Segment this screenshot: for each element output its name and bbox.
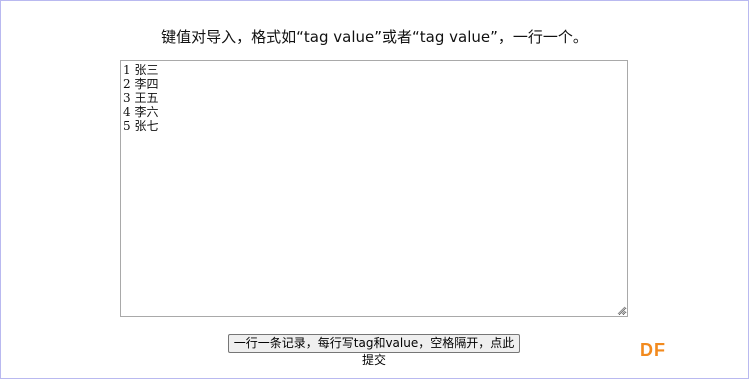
df-logo-watermark: DF [640,340,666,360]
textarea-line: 1 张三 [123,63,159,77]
textarea-line: 5 张七 [123,119,159,133]
textarea-line: 4 李六 [123,105,159,119]
import-instructions: 键值对导入，格式如“tag value”或者“tag value”，一行一个。 [161,28,588,46]
textarea-line: 2 李四 [123,77,159,91]
resize-grip-icon[interactable] [617,306,626,315]
textarea-line: 3 王五 [123,91,159,105]
key-value-textarea[interactable]: 1 张三 2 李四 3 王五 4 李六 5 张七 [120,60,628,317]
submit-button[interactable]: 一行一条记录，每行写tag和value，空格隔开，点此提交 [228,334,520,367]
